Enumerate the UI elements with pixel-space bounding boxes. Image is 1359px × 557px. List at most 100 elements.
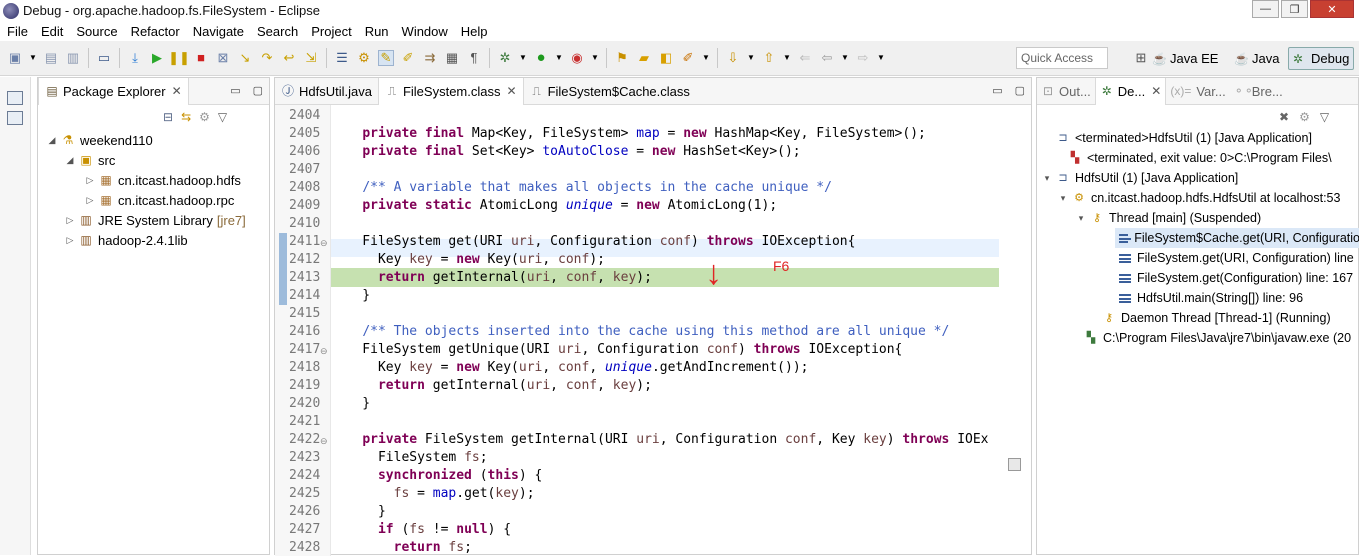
tree-item-jre-library[interactable]: ▷ ▥ JRE System Library [jre7]	[64, 210, 246, 230]
fold-icon[interactable]: ⊖	[320, 346, 328, 357]
run-icon[interactable]: ●	[533, 50, 549, 66]
view-menu-icon[interactable]: ⚙	[199, 110, 210, 124]
tree-item-project[interactable]: ◢ ⚗ weekend110	[46, 130, 153, 150]
dropdown-arrow-icon[interactable]: ▼	[519, 50, 527, 66]
code-line[interactable]: synchronized (this) {	[331, 467, 542, 485]
process-terminated[interactable]: ▚ <terminated, exit value: 0>C:\Program F…	[1065, 148, 1332, 168]
code-line[interactable]: if (fs != null) {	[331, 521, 511, 539]
view-menu-icon[interactable]: ⚙	[1299, 110, 1310, 124]
suspend-icon[interactable]: ❚❚	[168, 50, 190, 66]
expanded-arrow-icon[interactable]: ◢	[46, 135, 58, 146]
process-javaw[interactable]: ▚ C:\Program Files\Java\jre7\bin\javaw.ex…	[1081, 328, 1351, 348]
collapsed-arrow-icon[interactable]: ▷	[64, 235, 76, 246]
menu-help[interactable]: Help	[454, 24, 494, 39]
fold-icon[interactable]: ⊖	[320, 436, 328, 447]
code-line[interactable]: /** The objects inserted into the cache …	[331, 323, 949, 341]
dropdown-arrow-icon[interactable]: ▼	[841, 50, 849, 66]
forward-icon[interactable]: ⇨	[855, 50, 871, 66]
remove-terminated-icon[interactable]: ✖	[1279, 110, 1289, 124]
tab-package-explorer[interactable]: ▤ Package Explorer ✕	[38, 77, 189, 105]
step-over-icon[interactable]: ↷	[259, 50, 275, 66]
code-line[interactable]: private FileSystem getInternal(URI uri, …	[331, 431, 988, 449]
tab-hdfsutil-java[interactable]: Ⓙ HdfsUtil.java	[275, 78, 378, 105]
tree-item-package[interactable]: ▷ ▦ cn.itcast.hadoop.hdfs	[84, 170, 241, 190]
expanded-arrow-icon[interactable]: ▾	[1041, 173, 1053, 184]
expanded-arrow-icon[interactable]: ◢	[64, 155, 76, 166]
tab-debug[interactable]: ✲ De... ✕	[1094, 77, 1167, 105]
disconnect-icon[interactable]: ⊠	[215, 50, 231, 66]
maximize-icon[interactable]: ▢	[253, 84, 263, 97]
code-line[interactable]: return fs;	[331, 539, 472, 557]
dropdown-arrow-icon[interactable]: ▼	[29, 50, 37, 66]
menu-source[interactable]: Source	[69, 24, 123, 39]
perspective-java-ee[interactable]: ☕ Java EE	[1148, 47, 1222, 70]
block-selection-icon[interactable]: ▦	[444, 50, 460, 66]
code-line[interactable]: FileSystem fs;	[331, 449, 488, 467]
back-icon[interactable]: ⇦	[819, 50, 835, 66]
menu-search[interactable]: Search	[250, 24, 304, 39]
open-perspective-icon[interactable]: ⊞	[1133, 50, 1149, 66]
paragraph-icon[interactable]: ¶	[466, 50, 482, 66]
debug-run-icon[interactable]: ✲	[497, 50, 513, 66]
resume-icon[interactable]: ▶	[149, 50, 165, 66]
menu-file[interactable]: File	[0, 24, 34, 39]
code-line[interactable]: FileSystem getUnique(URI uri, Configurat…	[331, 341, 902, 359]
run-external-icon[interactable]: ◉	[569, 50, 585, 66]
launch-terminated[interactable]: ⊐ <terminated>HdfsUtil (1) [Java Applicat…	[1041, 128, 1312, 148]
maximize-icon[interactable]: ▢	[1015, 84, 1025, 97]
save-all-icon[interactable]: ▥	[65, 50, 81, 66]
external-tools-icon[interactable]: ⚙	[356, 50, 372, 66]
code-line[interactable]: }	[331, 503, 386, 521]
collapsed-arrow-icon[interactable]: ▷	[64, 215, 76, 226]
search-icon[interactable]: ✐	[680, 50, 696, 66]
fold-icon[interactable]: ⊖	[320, 238, 328, 249]
stack-frame[interactable]: FileSystem$Cache.get(URI, Configuratio	[1115, 228, 1359, 248]
maximize-button[interactable]: ❐	[1281, 0, 1308, 18]
expanded-arrow-icon[interactable]: ▾	[1057, 193, 1069, 204]
dropdown-arrow-icon[interactable]: ▼	[877, 50, 885, 66]
close-icon[interactable]: ✕	[507, 84, 517, 98]
pin-icon[interactable]: ✐	[400, 50, 416, 66]
view-menu-chevron-icon[interactable]: ▽	[218, 110, 227, 124]
perspective-java[interactable]: ☕ Java	[1230, 47, 1283, 70]
dropdown-arrow-icon[interactable]: ▼	[747, 50, 755, 66]
step-into-icon[interactable]: ↘	[237, 50, 253, 66]
minimized-view-icon[interactable]	[7, 111, 23, 125]
tab-filesystem-class[interactable]: ⎍ FileSystem.class ✕	[377, 77, 524, 105]
minimize-button[interactable]: —	[1252, 0, 1279, 18]
code-line[interactable]: Key key = new Key(uri, conf, unique.getA…	[331, 359, 809, 377]
tab-filesystem-cache-class[interactable]: ⎍ FileSystem$Cache.class	[524, 78, 696, 105]
open-folder-icon[interactable]: ▰	[636, 50, 652, 66]
launch-running[interactable]: ▾ ⊐ HdfsUtil (1) [Java Application]	[1041, 168, 1239, 188]
next-annotation-icon[interactable]: ⇩	[725, 50, 741, 66]
new-icon[interactable]: ▣	[7, 50, 23, 66]
step-return-icon[interactable]: ↩	[281, 50, 297, 66]
tree-item-package[interactable]: ▷ ▦ cn.itcast.hadoop.rpc	[84, 190, 235, 210]
debug-target[interactable]: ▾ ⚙ cn.itcast.hadoop.hdfs.HdfsUtil at loca…	[1057, 188, 1341, 208]
code-line[interactable]: private static AtomicLong unique = new A…	[331, 197, 777, 215]
console-icon[interactable]: ▭	[96, 50, 112, 66]
stack-frame[interactable]: FileSystem.get(Configuration) line: 167	[1115, 268, 1353, 288]
stack-frame[interactable]: FileSystem.get(URI, Configuration) line	[1115, 248, 1354, 268]
thread-daemon[interactable]: ⚷ Daemon Thread [Thread-1] (Running)	[1099, 308, 1331, 328]
quick-access-input[interactable]: Quick Access	[1016, 47, 1108, 69]
terminate-icon[interactable]: ■	[193, 50, 209, 66]
perspective-debug[interactable]: ✲ Debug	[1288, 47, 1355, 70]
drop-to-frame-icon[interactable]: ⇲	[303, 50, 319, 66]
prev-annotation-icon[interactable]: ⇧	[761, 50, 777, 66]
menu-edit[interactable]: Edit	[34, 24, 69, 39]
scrollbar-thumb[interactable]	[1008, 458, 1021, 471]
code-line[interactable]: return getInternal(uri, conf, key);	[331, 269, 652, 287]
menu-refactor[interactable]: Refactor	[124, 24, 186, 39]
restore-view-icon[interactable]	[7, 91, 23, 105]
minimize-icon[interactable]: ▭	[992, 84, 1002, 97]
close-icon[interactable]: ✕	[172, 84, 182, 98]
link-with-editor-icon[interactable]: ⇆	[181, 110, 191, 124]
collapsed-arrow-icon[interactable]: ▷	[84, 175, 96, 186]
code-line[interactable]: return getInternal(uri, conf, key);	[331, 377, 652, 395]
tab-breakpoints[interactable]: ⚬⚬ Bre...	[1230, 78, 1287, 105]
dropdown-arrow-icon[interactable]: ▼	[702, 50, 710, 66]
code-line[interactable]: private final Set<Key> toAutoClose = new…	[331, 143, 800, 161]
highlight-icon[interactable]: ✎	[378, 50, 394, 66]
use-step-filters-icon[interactable]: ☰	[334, 50, 350, 66]
